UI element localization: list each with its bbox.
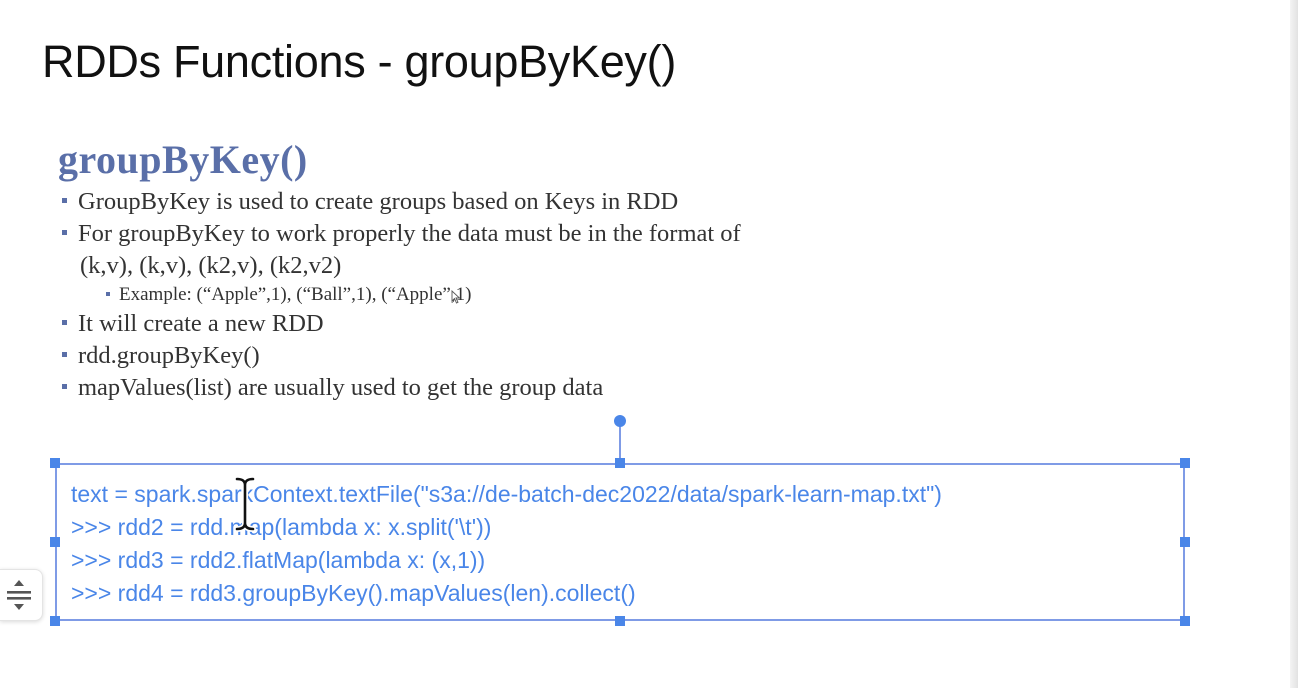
text-cursor-icon (234, 476, 256, 532)
rotate-handle[interactable] (614, 415, 626, 427)
resize-handle-top-right[interactable] (1180, 458, 1190, 468)
bullet-continuation: (k,v), (k,v), (k2,v), (k2,v2) (80, 252, 342, 279)
code-line[interactable]: text = spark.sparkContext.textFile("s3a:… (71, 481, 942, 508)
code-line[interactable]: >>> rdd4 = rdd3.groupByKey().mapValues(l… (71, 580, 636, 607)
bullet-item: mapValues(list) are usually used to get … (62, 374, 603, 402)
bullet-icon (62, 319, 67, 325)
resize-handle-bottom-left[interactable] (50, 616, 60, 626)
bullet-item: It will create a new RDD (62, 310, 324, 338)
bullet-icon (62, 229, 67, 235)
window-edge (1290, 0, 1298, 688)
slide-title: RDDs Functions - groupByKey() (42, 36, 677, 87)
side-tool-button[interactable] (0, 569, 43, 621)
bullet-icon (62, 351, 67, 357)
resize-handle-left[interactable] (50, 537, 60, 547)
sub-bullet-item: Example: (“Apple”,1), (“Ball”,1), (“Appl… (106, 284, 471, 306)
resize-handle-bottom[interactable] (615, 616, 625, 626)
bullet-icon (106, 291, 110, 296)
slide-content-image: groupByKey() GroupByKey is used to creat… (58, 136, 998, 406)
resize-handle-top-left[interactable] (50, 458, 60, 468)
bullet-item: GroupByKey is used to create groups base… (62, 188, 678, 216)
code-text-box[interactable]: text = spark.sparkContext.textFile("s3a:… (55, 463, 1185, 621)
resize-handle-top[interactable] (615, 458, 625, 468)
bullet-item: For groupByKey to work properly the data… (62, 220, 741, 248)
arrow-pointer-icon (451, 290, 461, 304)
code-line[interactable]: >>> rdd3 = rdd2.flatMap(lambda x: (x,1)) (71, 547, 485, 574)
resize-handle-bottom-right[interactable] (1180, 616, 1190, 626)
code-line[interactable]: >>> rdd2 = rdd.map(lambda x: x.split('\t… (71, 514, 491, 541)
content-heading: groupByKey() (58, 137, 308, 182)
bullet-item: rdd.groupByKey() (62, 342, 260, 370)
resize-handle-right[interactable] (1180, 537, 1190, 547)
bullet-icon (62, 197, 67, 203)
bullet-icon (62, 383, 67, 389)
drag-handle-icon (7, 580, 31, 610)
